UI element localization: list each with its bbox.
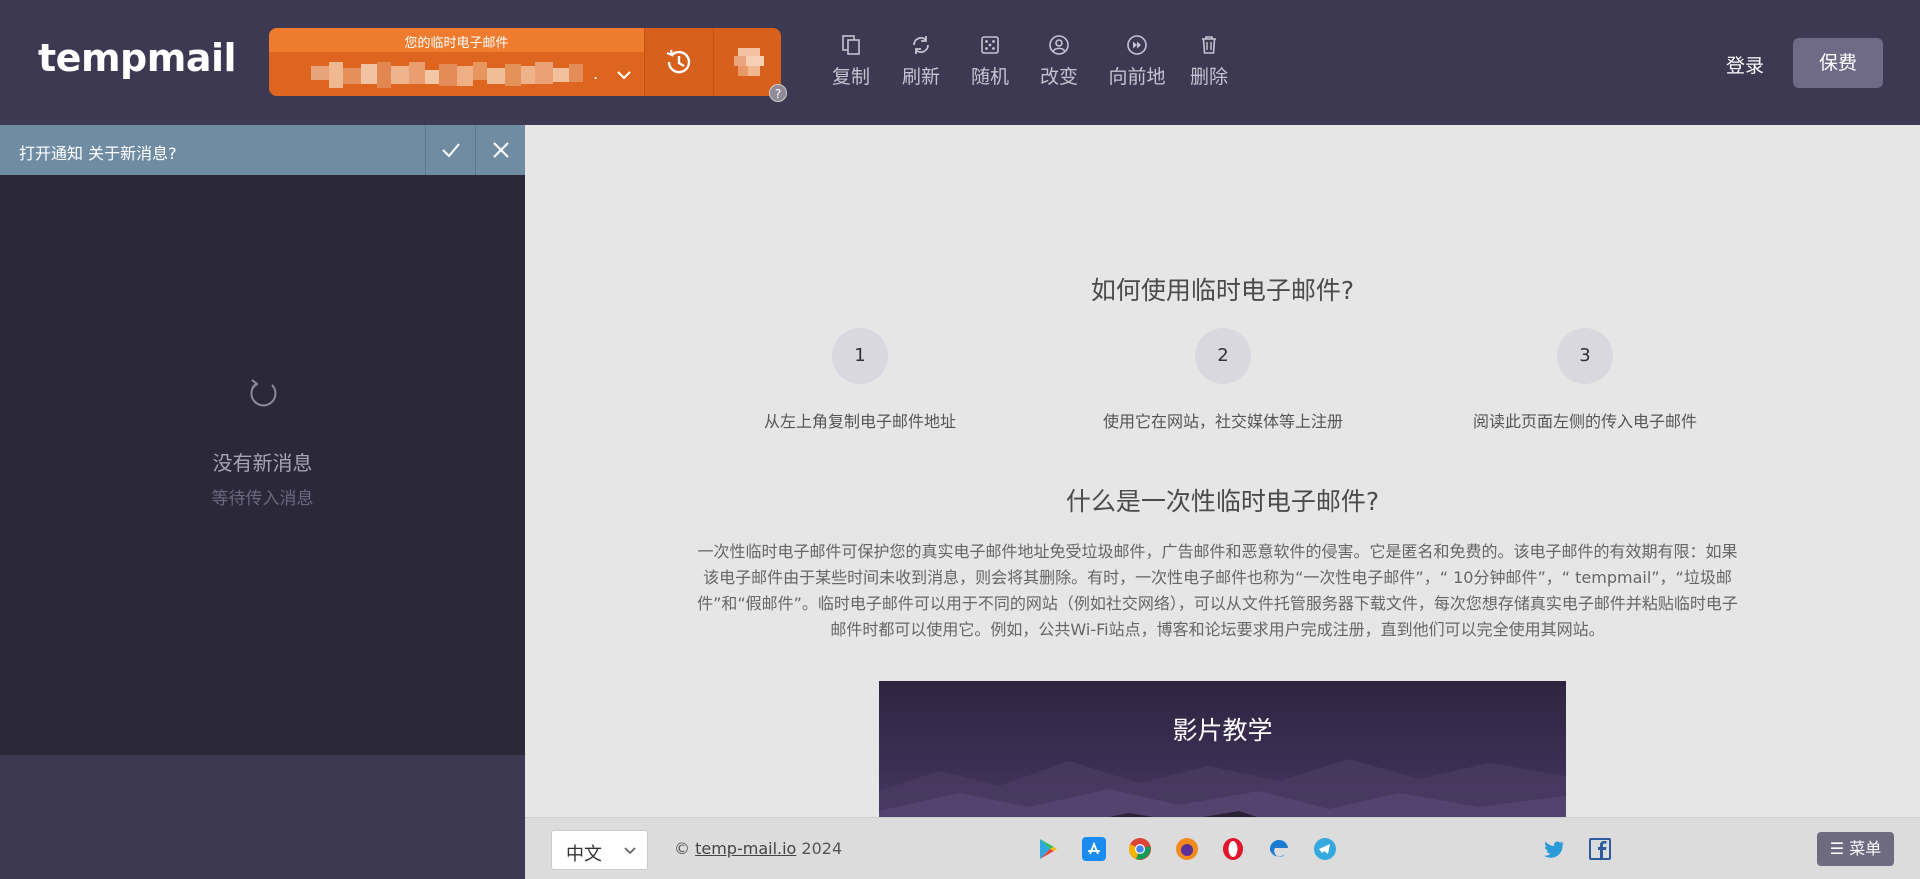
how-to-title: 如何使用临时电子邮件? <box>1090 276 1355 305</box>
google-play-icon[interactable] <box>1036 837 1060 861</box>
loading-icon <box>250 379 277 407</box>
notification-accept-button[interactable] <box>425 125 475 175</box>
sidebar-footer <box>0 755 525 879</box>
chevron-down-icon[interactable] <box>615 66 633 84</box>
refresh-icon <box>913 36 929 54</box>
history-button[interactable] <box>644 28 713 96</box>
delete-button[interactable]: 删除 <box>1173 34 1245 89</box>
email-widget: 您的临时电子邮件 . ? <box>269 28 787 102</box>
chevron-down-icon <box>624 847 636 855</box>
forward-icon <box>1127 35 1147 55</box>
hamburger-icon: ☰ <box>1829 839 1845 858</box>
menu-label: 菜单 <box>1849 839 1882 858</box>
mountains-illustration <box>879 759 1566 817</box>
waiting-text: 等待传入消息 <box>211 489 314 509</box>
video-title: 影片教学 <box>1172 716 1273 745</box>
email-suffix: . <box>593 64 599 83</box>
random-label: 随机 <box>970 66 1009 88</box>
app-store-icon[interactable] <box>1082 837 1106 861</box>
history-icon <box>666 49 691 74</box>
email-label: 您的临时电子邮件 <box>404 36 509 51</box>
copyright-year: 2024 <box>801 839 843 858</box>
refresh-button[interactable]: 刷新 <box>885 34 957 89</box>
telegram-icon[interactable] <box>1313 837 1337 861</box>
step-number: 3 <box>1557 328 1613 384</box>
firefox-icon[interactable] <box>1175 837 1199 861</box>
footer: 中文 © temp-mail.io 2024 ☰ 菜单 <box>525 817 1920 879</box>
twitter-icon[interactable] <box>1542 837 1566 861</box>
refresh-label: 刷新 <box>901 66 940 88</box>
random-button[interactable]: 随机 <box>954 34 1026 89</box>
no-messages-title: 没有新消息 <box>212 451 313 475</box>
notification-text: 打开通知 关于新消息? <box>19 144 177 163</box>
notification-close-button[interactable] <box>475 125 525 175</box>
step-text: 使用它在网站，社交媒体等上注册 <box>1102 412 1343 431</box>
step-text: 阅读此页面左侧的传入电子邮件 <box>1472 412 1697 431</box>
edge-icon[interactable] <box>1267 837 1291 861</box>
what-is-title: 什么是一次性临时电子邮件? <box>1065 487 1380 516</box>
trash-icon <box>1202 36 1216 54</box>
copyright-symbol: © <box>674 839 690 858</box>
delete-label: 删除 <box>1189 66 1228 88</box>
copy-label: 复制 <box>831 66 870 88</box>
description-paragraph: 一次性临时电子邮件可保护您的真实电子邮件地址免受垃圾邮件，广告邮件和恶意软件的侵… <box>697 542 1738 639</box>
step-2: 2 使用它在网站，社交媒体等上注册 <box>1073 328 1373 432</box>
change-label: 改变 <box>1039 66 1078 88</box>
dice-icon <box>981 36 999 54</box>
check-icon <box>441 143 460 158</box>
premium-button[interactable]: 保费 <box>1793 38 1883 88</box>
copy-icon <box>842 35 860 55</box>
step-1: 1 从左上角复制电子邮件地址 <box>710 328 1010 432</box>
forward-label: 向前地 <box>1108 66 1166 88</box>
change-button[interactable]: 改变 <box>1023 34 1095 89</box>
email-address-field[interactable]: 您的临时电子邮件 . <box>269 28 644 96</box>
email-address-redacted <box>311 62 583 88</box>
header: tempmail 您的临时电子邮件 . ? 复制 刷新 随机 改变 向前地 删除… <box>0 0 1920 125</box>
help-badge[interactable]: ? <box>769 84 787 102</box>
step-number: 2 <box>1195 328 1251 384</box>
forward-button[interactable]: 向前地 <box>1093 34 1181 89</box>
user-circle-icon <box>1049 35 1069 55</box>
copy-button[interactable]: 复制 <box>815 34 887 89</box>
step-3: 3 阅读此页面左侧的传入电子邮件 <box>1435 328 1735 432</box>
facebook-icon[interactable] <box>1588 837 1612 861</box>
qr-code-icon <box>734 48 764 78</box>
site-link[interactable]: temp-mail.io <box>695 839 796 858</box>
close-icon <box>492 142 509 158</box>
logo[interactable]: tempmail <box>38 36 237 80</box>
step-number: 1 <box>832 328 888 384</box>
menu-button[interactable]: ☰ 菜单 <box>1817 832 1894 866</box>
notification-banner: 打开通知 关于新消息? <box>0 125 525 175</box>
inbox-sidebar: 打开通知 关于新消息? 没有新消息 等待传入消息 <box>0 125 525 879</box>
video-tutorial[interactable]: 影片教学 <box>879 681 1566 817</box>
chrome-icon[interactable] <box>1128 837 1152 861</box>
language-value: 中文 <box>566 844 602 865</box>
login-link[interactable]: 登录 <box>1726 51 1764 78</box>
step-text: 从左上角复制电子邮件地址 <box>763 412 956 431</box>
main-content: 如何使用临时电子邮件? 1 从左上角复制电子邮件地址 2 使用它在网站，社交媒体… <box>525 125 1920 817</box>
copyright: © temp-mail.io 2024 <box>674 839 842 858</box>
language-select[interactable]: 中文 <box>551 830 648 870</box>
opera-icon[interactable] <box>1221 837 1245 861</box>
